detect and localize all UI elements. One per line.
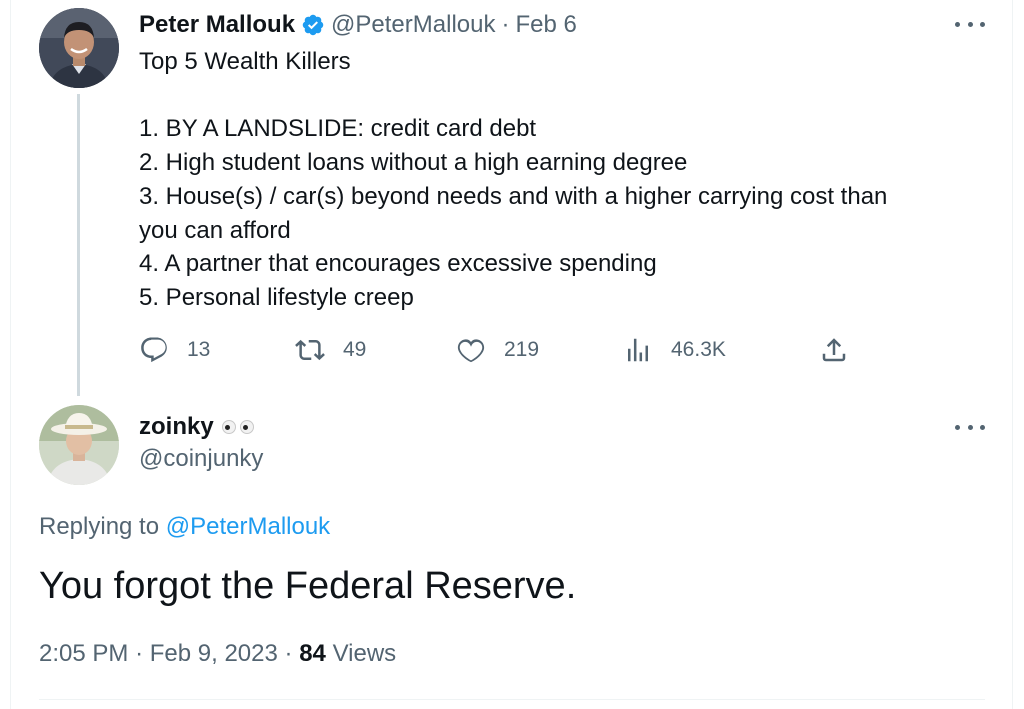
avatar[interactable] bbox=[39, 405, 119, 485]
more-options-icon[interactable] bbox=[955, 14, 985, 34]
like-count: 219 bbox=[504, 338, 540, 361]
share-button[interactable] bbox=[819, 333, 849, 367]
views-bar-chart-icon bbox=[628, 338, 648, 362]
reply-icon bbox=[141, 337, 167, 363]
separator-dot: · bbox=[284, 640, 293, 667]
eyes-emoji-icon bbox=[221, 420, 254, 434]
avatar-image bbox=[39, 8, 119, 88]
reply-button[interactable]: 13 bbox=[139, 333, 210, 367]
tweet-text-line: you can afford bbox=[139, 217, 291, 244]
views-button[interactable]: 46.3K bbox=[623, 333, 726, 367]
divider bbox=[39, 699, 985, 700]
thread-connector-line bbox=[77, 94, 80, 396]
views-label: Views bbox=[332, 640, 397, 667]
retweet-count: 49 bbox=[343, 338, 367, 361]
replying-to-line: Replying to @PeterMallouk bbox=[39, 513, 330, 541]
author-name[interactable]: zoinky bbox=[139, 413, 214, 441]
share-icon bbox=[822, 338, 846, 362]
reply-count: 13 bbox=[187, 338, 211, 361]
tweet-text-line: 3. House(s) / car(s) beyond needs and wi… bbox=[139, 183, 888, 210]
tweet-text-line: 2. High student loans without a high ear… bbox=[139, 149, 688, 176]
author-handle[interactable]: @PeterMallouk bbox=[331, 11, 495, 39]
more-options-icon[interactable] bbox=[955, 417, 985, 437]
like-button[interactable]: 219 bbox=[456, 333, 539, 367]
separator-dot: · bbox=[501, 11, 510, 38]
avatar-image bbox=[39, 405, 119, 485]
separator-dot: · bbox=[135, 640, 144, 667]
reply-author-row: zoinky bbox=[139, 411, 254, 443]
tweet-text-line: 5. Personal lifestyle creep bbox=[139, 284, 414, 311]
tweet-header: Peter Mallouk @PeterMallouk · Feb 6 bbox=[139, 8, 577, 42]
tweet-text-line: 1. BY A LANDSLIDE: credit card debt bbox=[139, 115, 537, 142]
heart-icon bbox=[457, 339, 485, 363]
avatar[interactable] bbox=[39, 8, 119, 88]
tweet-date[interactable]: Feb 6 bbox=[515, 11, 576, 39]
verified-badge-icon bbox=[302, 14, 324, 36]
author-name[interactable]: Peter Mallouk bbox=[139, 11, 295, 39]
retweet-icon bbox=[295, 339, 325, 361]
tweet-actions-bar: 13 49 219 46.3K bbox=[139, 333, 859, 367]
views-count: 46.3K bbox=[671, 338, 726, 361]
replying-to-link[interactable]: @PeterMallouk bbox=[166, 513, 330, 540]
tweet-text-title: Top 5 Wealth Killers bbox=[139, 48, 351, 75]
reply-tweet-text: You forgot the Federal Reserve. bbox=[39, 565, 577, 607]
author-handle[interactable]: @coinjunky bbox=[139, 445, 263, 473]
tweet-date[interactable]: Feb 9, 2023 bbox=[150, 640, 278, 667]
tweet-time[interactable]: 2:05 PM bbox=[39, 640, 128, 667]
tweet-meta: 2:05 PM · Feb 9, 2023 · 84 Views bbox=[39, 640, 396, 668]
views-count[interactable]: 84 bbox=[299, 640, 326, 667]
tweet-text-line: 4. A partner that encourages excessive s… bbox=[139, 250, 657, 277]
replying-to-label: Replying to bbox=[39, 513, 160, 540]
retweet-button[interactable]: 49 bbox=[295, 333, 366, 367]
